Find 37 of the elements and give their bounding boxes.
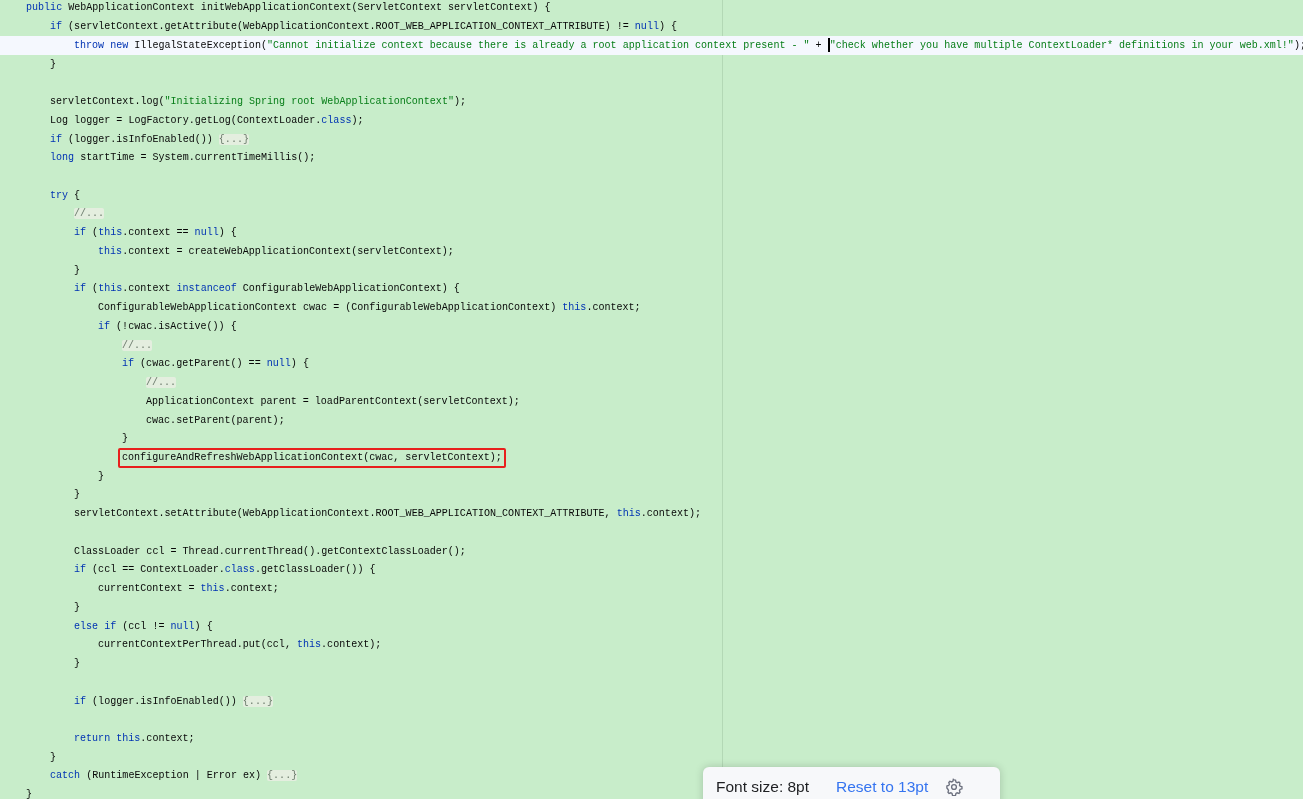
code-line: else if (ccl != null) { — [74, 619, 213, 634]
code-line: if (this.context instanceof ConfigurableWebApplicationContext) { — [74, 282, 460, 297]
code-line: } — [74, 263, 81, 278]
code-line: if (cwac.getParent() == null) { — [122, 357, 309, 372]
code-line: ApplicationContext parent = loadParentContext(servletContext); — [146, 394, 520, 409]
code-line: if (servletContext.getAttribute(WebApplicationContext.ROOT_WEB_APPLICATION_CONTEXT_ATTRIBUTE) != null) { — [50, 20, 678, 35]
code-line: } — [74, 657, 81, 672]
code-line: ClassLoader ccl = Thread.currentThread().getContextClassLoader(); — [74, 544, 466, 559]
code-line: currentContext = this.context; — [98, 582, 279, 597]
code-line: if (this.context == null) { — [74, 226, 237, 241]
code-line: if (ccl == ContextLoader.class.getClassLoader()) { — [74, 563, 376, 578]
reset-font-link[interactable]: Reset to 13pt — [836, 777, 929, 797]
code-line: public WebApplicationContext initWebApplicationContext(ServletContext servletContext) { — [26, 1, 551, 16]
code-line: } — [50, 750, 57, 765]
settings-icon[interactable] — [945, 778, 964, 796]
code-line: if (logger.isInfoEnabled()) {...} — [74, 694, 273, 709]
code-line: ConfigurableWebApplicationContext cwac = (ConfigurableWebApplicationContext) this.context; — [98, 301, 641, 316]
code-line: } — [98, 469, 105, 484]
code-line: } — [74, 600, 81, 615]
code-line: Log logger = LogFactory.getLog(ContextLoader.class); — [50, 113, 364, 128]
code-line: if (logger.isInfoEnabled()) {...} — [50, 132, 249, 147]
code-line: } — [74, 488, 81, 503]
code-line: } — [50, 57, 57, 72]
code-line: } — [26, 788, 33, 799]
code-line: servletContext.setAttribute(WebApplicationContext.ROOT_WEB_APPLICATION_CONTEXT_ATTRIBUTE, this.context); — [74, 507, 702, 522]
code-line: currentContextPerThread.put(ccl, this.context); — [98, 638, 382, 653]
code-line: if (!cwac.isActive()) { — [98, 319, 237, 334]
font-size-label: Font size: 8pt — [716, 777, 810, 797]
code-line: throw new IllegalStateException("Cannot initialize context because there is already a root application context present - " + "check whether you have multiple ContextLoader* definitions in your web.xml!"); — [74, 37, 1303, 54]
code-line: this.context = createWebApplicationContext(servletContext); — [98, 244, 454, 259]
code-line: } — [122, 432, 129, 447]
code-line: return this.context; — [74, 732, 195, 746]
code-line: cwac.setParent(parent); — [146, 413, 285, 428]
code-line: long startTime = System.currentTimeMillis(); — [50, 151, 316, 166]
code-line: try { — [50, 188, 81, 203]
code-line: catch (RuntimeException | Error ex) {...} — [50, 769, 298, 784]
code-line: servletContext.log("Initializing Spring root WebApplicationContext"); — [50, 95, 467, 110]
